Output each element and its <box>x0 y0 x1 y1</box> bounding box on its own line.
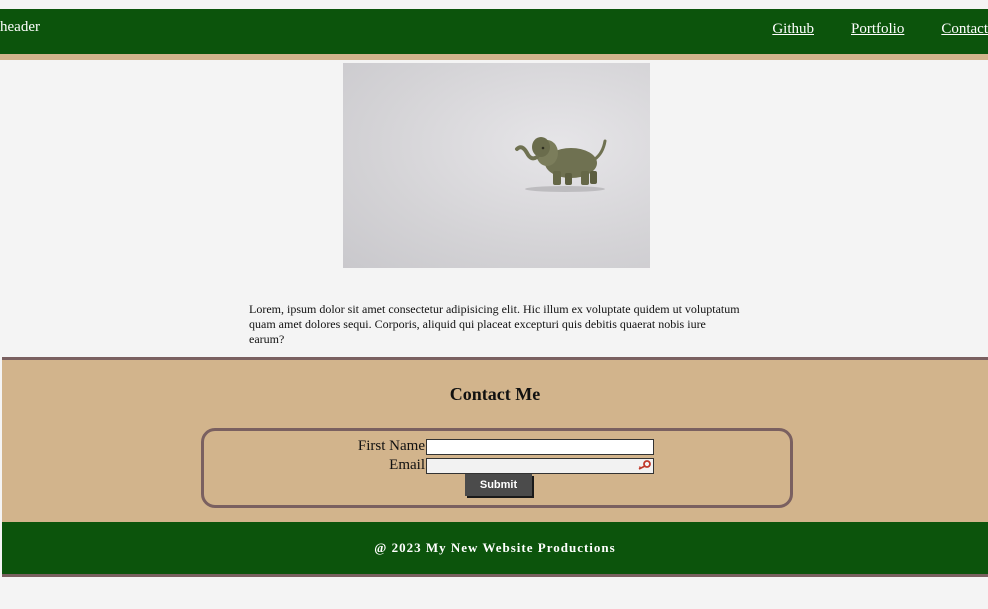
email-row: Email <box>204 457 790 475</box>
nav-link-portfolio[interactable]: Portfolio <box>851 21 904 38</box>
first-name-field[interactable] <box>426 439 654 455</box>
email-label: Email <box>389 457 425 473</box>
nav-link-contact[interactable]: Contact <box>941 21 988 38</box>
site-header: header Github Portfolio Contact <box>0 9 988 60</box>
email-field[interactable] <box>426 458 654 474</box>
main-nav: Github Portfolio Contact <box>739 20 988 38</box>
header-title: header <box>0 19 40 35</box>
submit-button[interactable]: Submit <box>465 474 532 496</box>
hero-image <box>343 63 650 268</box>
first-name-label: First Name <box>357 438 425 454</box>
first-name-row: First Name <box>204 438 790 456</box>
site-footer: @ 2023 My New Website Productions <box>2 522 988 577</box>
nav-link-github[interactable]: Github <box>772 21 814 38</box>
footer-copyright: @ 2023 My New Website Productions <box>374 540 616 555</box>
contact-section: Contact Me First Name Email Submit <box>2 357 988 525</box>
contact-title: Contact Me <box>449 384 541 404</box>
key-icon[interactable] <box>637 460 651 470</box>
intro-paragraph: Lorem, ipsum dolor sit amet consectetur … <box>249 302 740 346</box>
contact-form: First Name Email Submit <box>201 428 793 508</box>
elephant-icon <box>515 137 607 192</box>
